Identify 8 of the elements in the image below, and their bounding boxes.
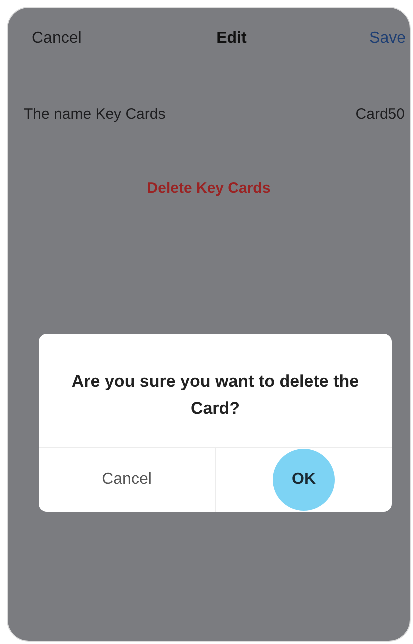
ok-button[interactable]: OK <box>273 449 335 511</box>
dialog-message: Are you sure you want to delete the Card? <box>70 371 360 420</box>
name-value[interactable]: Card50 <box>356 106 405 123</box>
save-link[interactable]: Save <box>370 30 406 48</box>
name-label: The name Key Cards <box>24 106 166 123</box>
cancel-link[interactable]: Cancel <box>32 30 82 48</box>
cancel-button[interactable]: Cancel <box>102 449 152 511</box>
page-title: Edit <box>216 30 247 48</box>
